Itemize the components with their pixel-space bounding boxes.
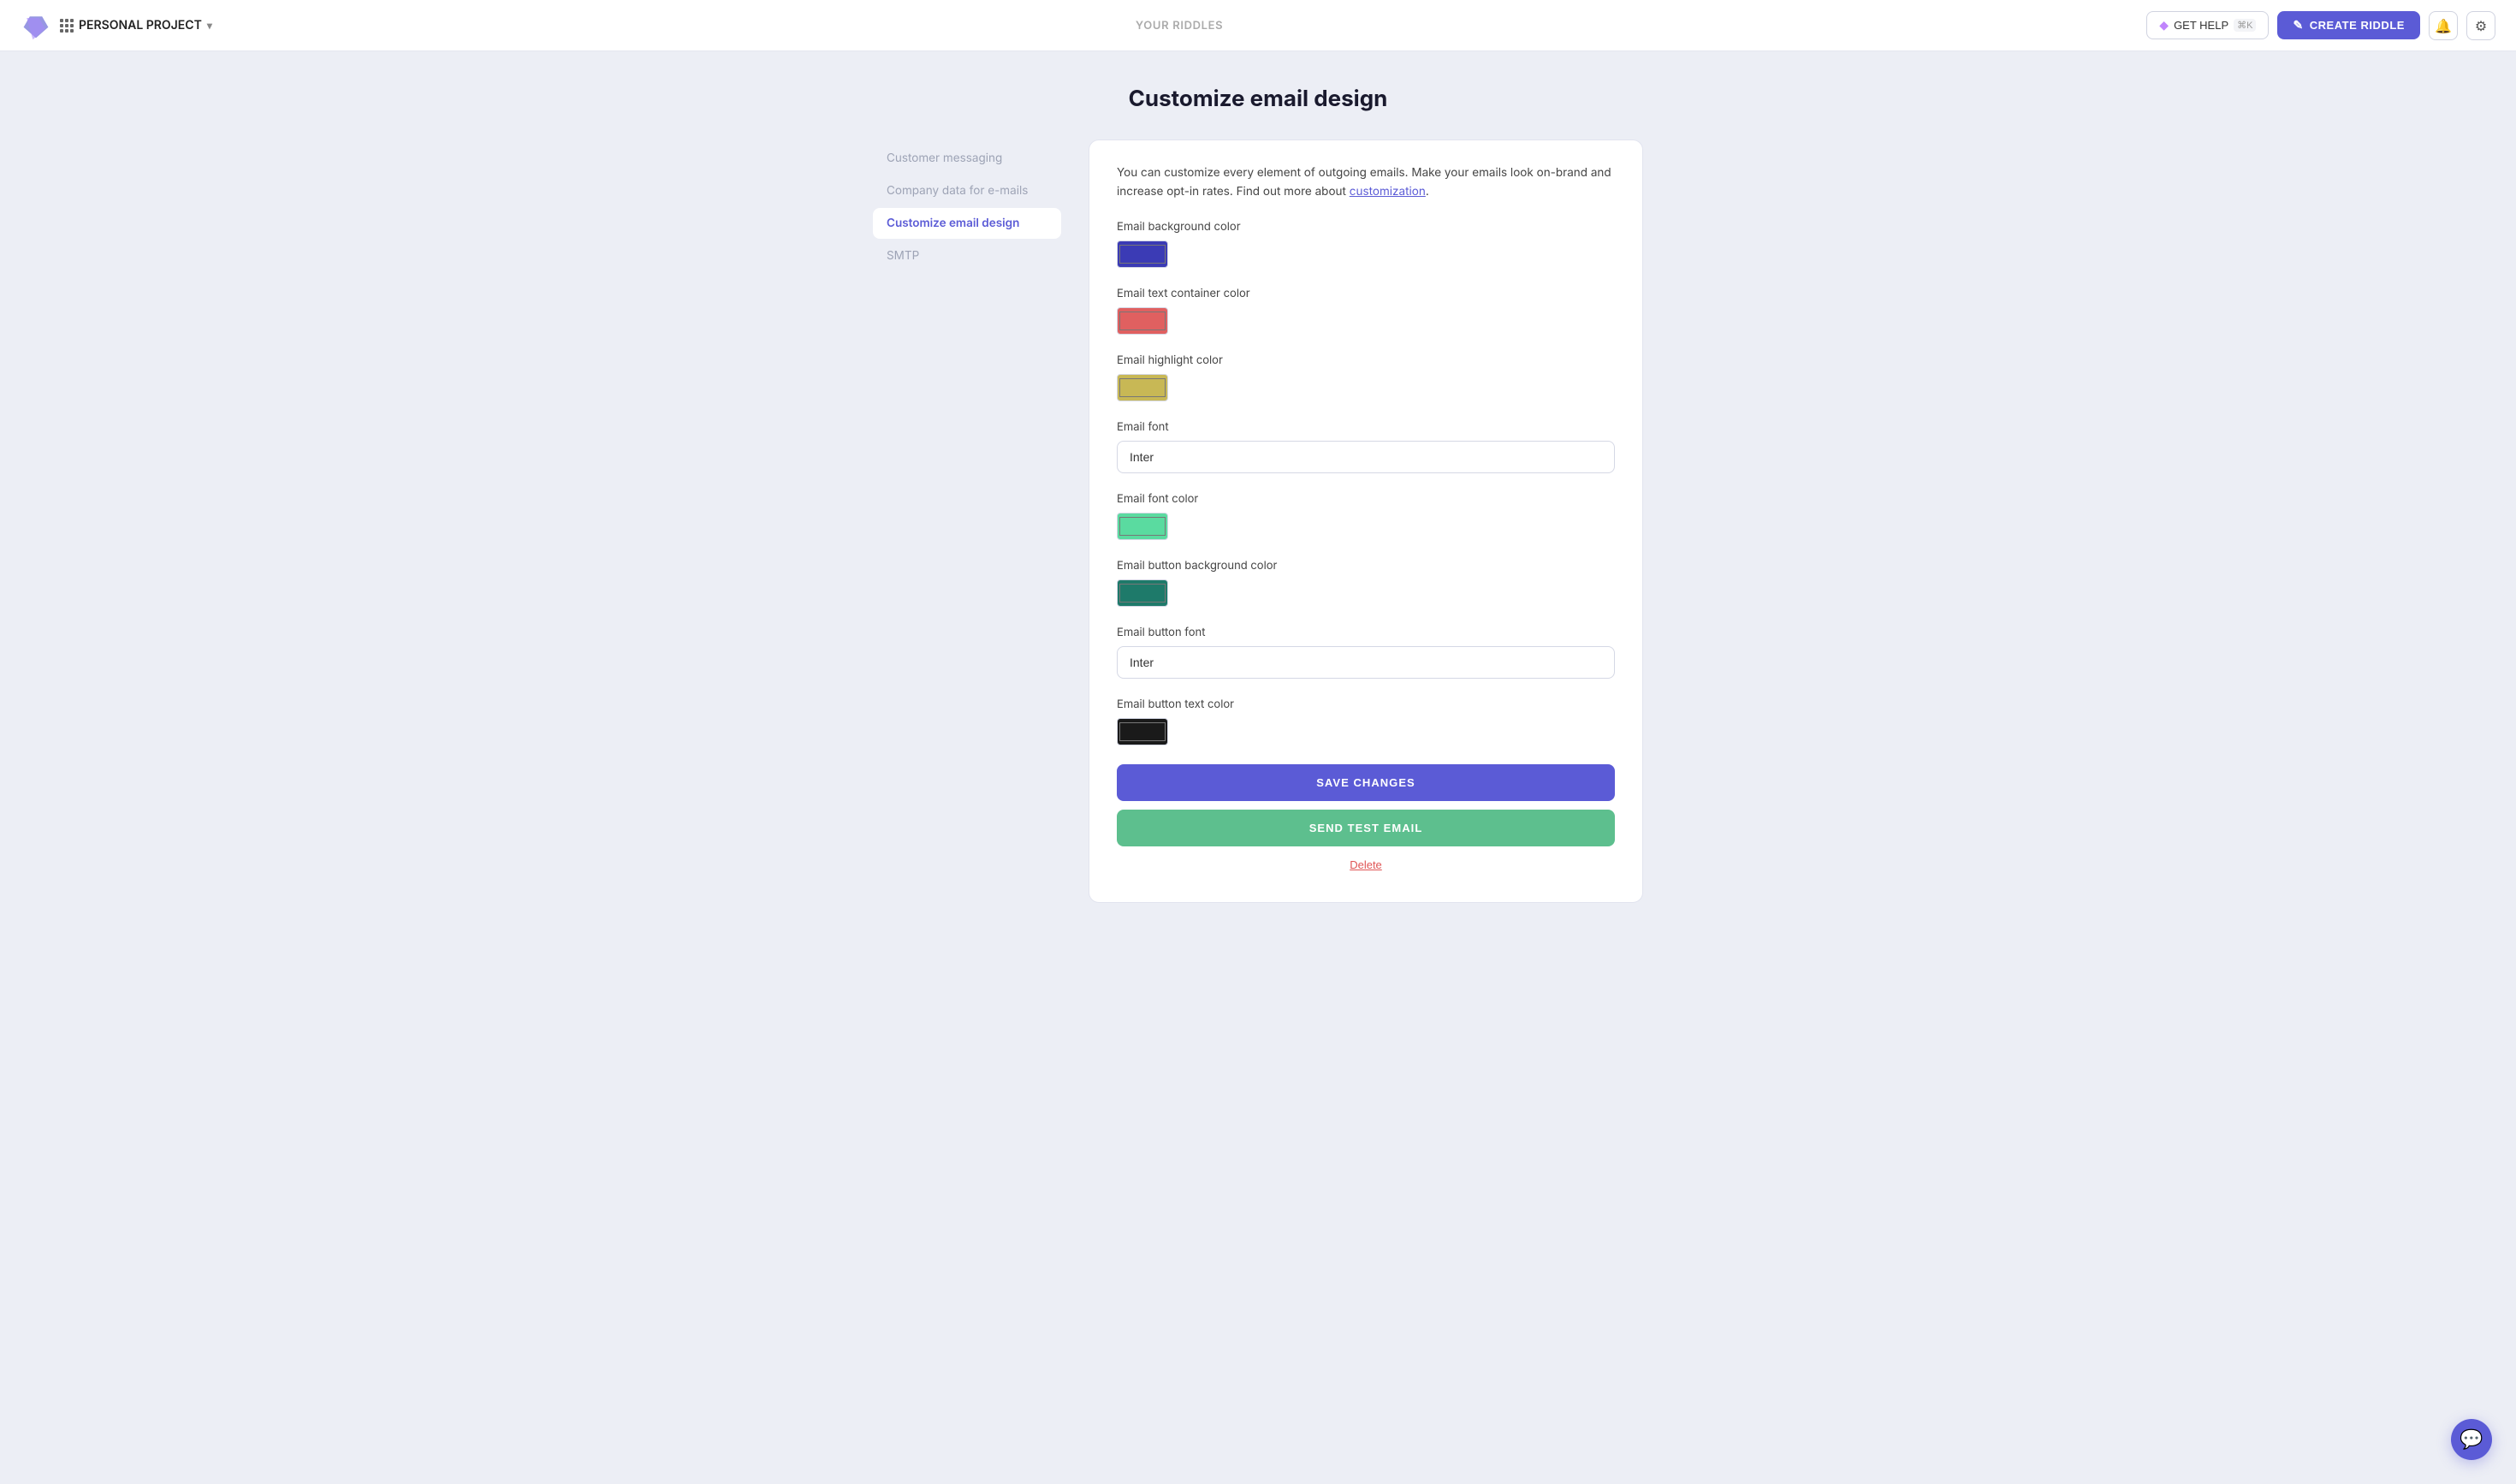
- color-picker-highlight[interactable]: [1117, 374, 1168, 401]
- nav-center[interactable]: YOUR RIDDLES: [1136, 19, 1223, 33]
- delete-button[interactable]: Delete: [1117, 855, 1615, 875]
- logo: [21, 10, 51, 41]
- header-right: ◆ GET HELP ⌘K ✎ CREATE RIDDLE 🔔 ⚙: [2146, 11, 2495, 40]
- field-label-bg-color: Email background color: [1117, 220, 1615, 234]
- main-content: Customize email design Customer messagin…: [0, 51, 2516, 971]
- color-picker-text-container[interactable]: [1117, 307, 1168, 335]
- get-help-label: GET HELP: [2174, 19, 2228, 32]
- field-font-color: Email font color: [1117, 492, 1615, 540]
- sidebar-item-company-data[interactable]: Company data for e-mails: [873, 175, 1061, 206]
- color-picker-bg[interactable]: [1117, 240, 1168, 268]
- send-test-email-button[interactable]: SEND TEST EMAIL: [1117, 810, 1615, 846]
- project-name: PERSONAL PROJECT: [79, 18, 202, 33]
- help-diamond-icon: ◆: [2159, 18, 2169, 33]
- chevron-down-icon: ▾: [207, 19, 212, 32]
- field-font: Email font: [1117, 420, 1615, 473]
- customization-link[interactable]: customization: [1350, 185, 1426, 199]
- save-changes-button[interactable]: SAVE CHANGES: [1117, 764, 1615, 801]
- settings-gear-button[interactable]: ⚙: [2466, 11, 2495, 40]
- field-btn-bg-color: Email button background color: [1117, 559, 1615, 607]
- field-btn-font: Email button font: [1117, 626, 1615, 679]
- color-picker-btn-text[interactable]: [1117, 718, 1168, 745]
- info-text: You can customize every element of outgo…: [1117, 164, 1615, 201]
- field-label-font-color: Email font color: [1117, 492, 1615, 506]
- edit-icon: ✎: [2293, 18, 2303, 33]
- field-btn-text-color: Email button text color: [1117, 697, 1615, 745]
- create-riddle-label: CREATE RIDDLE: [2310, 19, 2405, 32]
- sidebar-nav: Customer messaging Company data for e-ma…: [873, 139, 1061, 903]
- create-riddle-button[interactable]: ✎ CREATE RIDDLE: [2277, 11, 2420, 39]
- chat-bubble-button[interactable]: 💬: [2451, 1419, 2492, 1460]
- color-picker-font[interactable]: [1117, 513, 1168, 540]
- field-label-btn-text-color: Email button text color: [1117, 697, 1615, 711]
- field-label-font: Email font: [1117, 420, 1615, 434]
- header: PERSONAL PROJECT ▾ YOUR RIDDLES ◆ GET HE…: [0, 0, 2516, 51]
- sidebar-item-customer-messaging[interactable]: Customer messaging: [873, 143, 1061, 174]
- header-left: PERSONAL PROJECT ▾: [21, 10, 212, 41]
- field-text-container-color: Email text container color: [1117, 287, 1615, 335]
- notification-bell-button[interactable]: 🔔: [2429, 11, 2458, 40]
- field-label-btn-font: Email button font: [1117, 626, 1615, 639]
- sidebar-item-customize-email[interactable]: Customize email design: [873, 208, 1061, 239]
- field-bg-color: Email background color: [1117, 220, 1615, 268]
- sidebar-item-smtp[interactable]: SMTP: [873, 240, 1061, 271]
- grid-icon: [60, 19, 74, 33]
- keyboard-shortcut: ⌘K: [2234, 19, 2256, 32]
- field-label-text-container: Email text container color: [1117, 287, 1615, 300]
- field-highlight-color: Email highlight color: [1117, 353, 1615, 401]
- chat-icon: 💬: [2460, 1428, 2483, 1451]
- get-help-button[interactable]: ◆ GET HELP ⌘K: [2146, 11, 2269, 39]
- field-label-highlight: Email highlight color: [1117, 353, 1615, 367]
- project-selector[interactable]: PERSONAL PROJECT ▾: [60, 18, 212, 33]
- btn-font-input[interactable]: [1117, 646, 1615, 679]
- page-title: Customize email design: [1129, 86, 1388, 112]
- form-panel: You can customize every element of outgo…: [1089, 139, 1643, 903]
- color-picker-btn-bg[interactable]: [1117, 579, 1168, 607]
- field-label-btn-bg: Email button background color: [1117, 559, 1615, 573]
- content-wrapper: Customer messaging Company data for e-ma…: [873, 139, 1643, 903]
- font-input[interactable]: [1117, 441, 1615, 473]
